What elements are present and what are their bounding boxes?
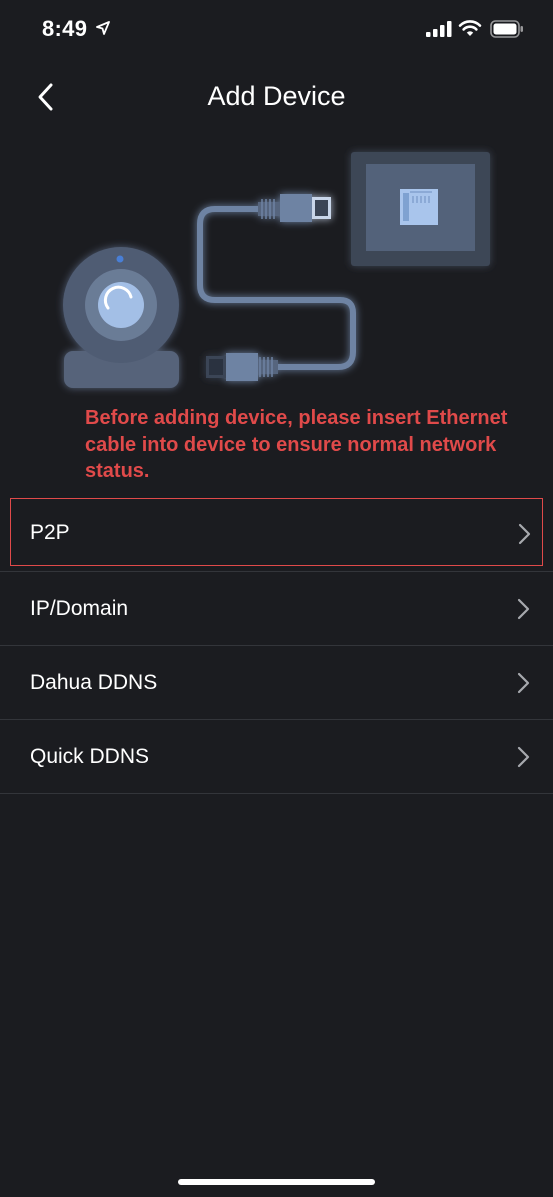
status-bar: 8:49 xyxy=(0,0,553,60)
list-item-label: Quick DDNS xyxy=(30,745,150,768)
connection-method-list: P2P IP/Domain Dahua DDNS Quick DDNS xyxy=(0,498,553,794)
list-item-label: P2P xyxy=(30,521,70,544)
wifi-icon xyxy=(458,19,482,42)
nav-bar: Add Device xyxy=(0,60,553,134)
list-item-dahua-ddns[interactable]: Dahua DDNS xyxy=(0,646,553,720)
ethernet-notice-text: Before adding device, please insert Ethe… xyxy=(85,407,508,482)
status-time: 8:49 xyxy=(42,16,88,41)
list-item-p2p[interactable]: P2P xyxy=(10,498,543,566)
list-item-label: IP/Domain xyxy=(30,597,129,620)
page-title: Add Device xyxy=(207,81,346,111)
ethernet-port-icon xyxy=(351,152,490,266)
chevron-right-icon xyxy=(517,672,530,694)
list-item-ip-domain[interactable]: IP/Domain xyxy=(0,572,553,646)
chevron-right-icon xyxy=(518,523,531,545)
list-item-label: Dahua DDNS xyxy=(30,671,158,694)
signal-bars-icon xyxy=(426,21,452,42)
battery-icon xyxy=(490,20,524,43)
location-arrow-icon xyxy=(96,21,110,40)
camera-icon xyxy=(63,247,179,388)
ethernet-cable-icon xyxy=(197,194,356,381)
chevron-right-icon xyxy=(517,746,530,768)
list-item-p2p-wrap: P2P xyxy=(0,498,553,572)
list-item-quick-ddns[interactable]: Quick DDNS xyxy=(0,720,553,794)
home-indicator[interactable] xyxy=(178,1179,375,1185)
chevron-right-icon xyxy=(517,598,530,620)
ethernet-illustration xyxy=(0,140,553,400)
